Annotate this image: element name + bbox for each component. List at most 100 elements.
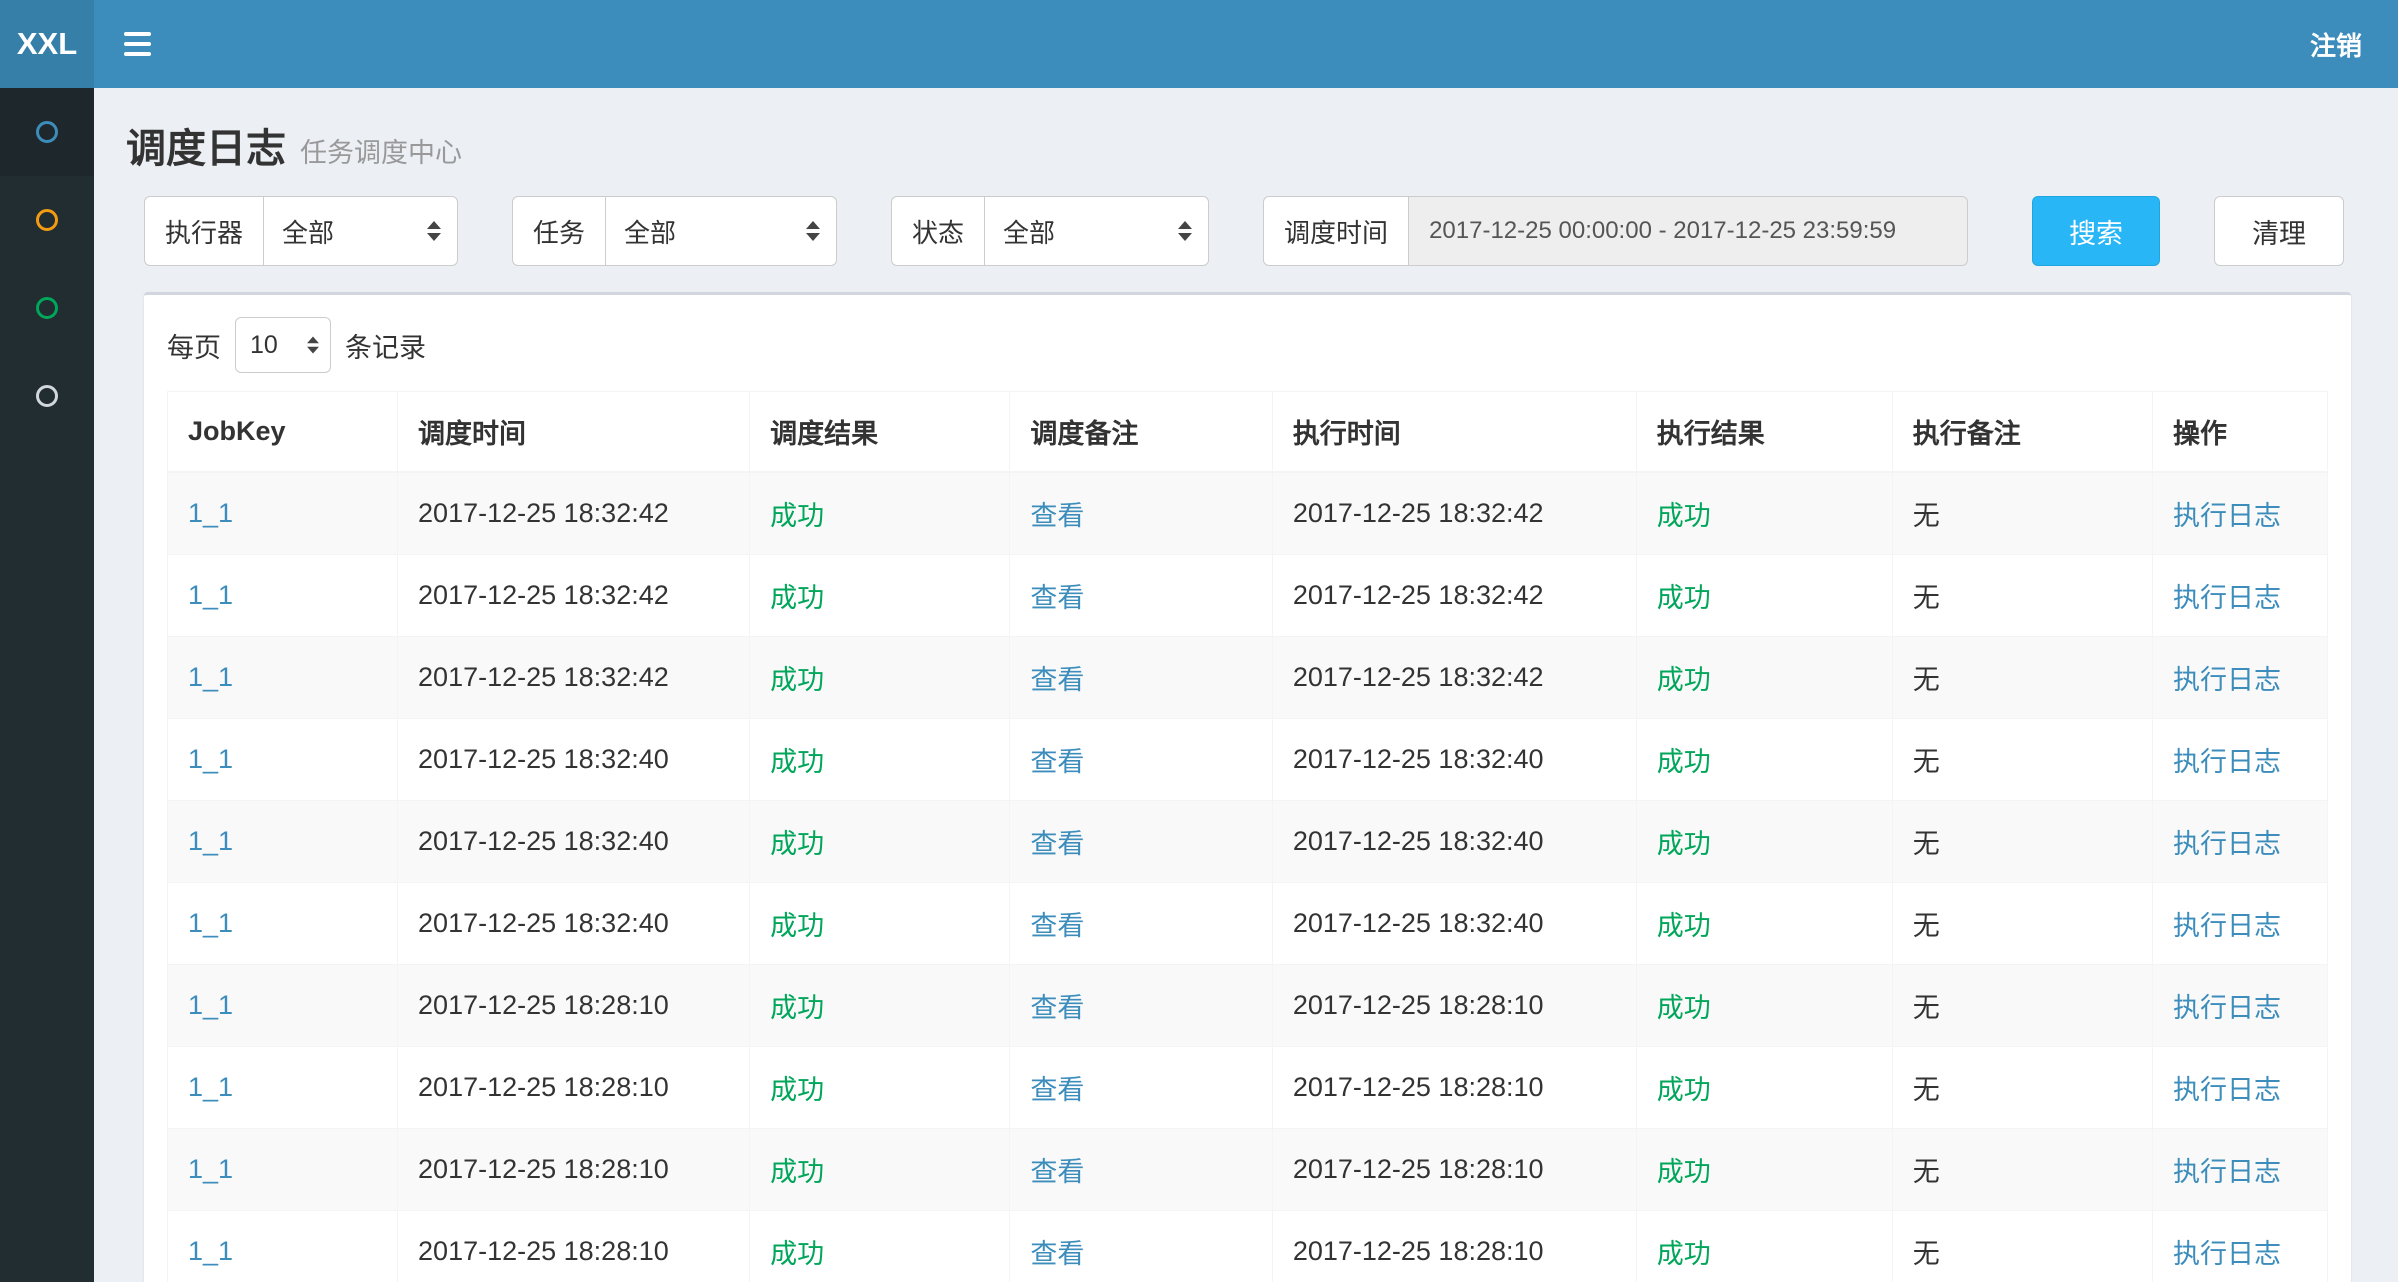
jobkey-link[interactable]: 1_1: [188, 744, 233, 774]
trigger-result-cell-td: 成功: [750, 1129, 1010, 1211]
col-header-handle-remark[interactable]: 执行备注: [1892, 392, 2152, 473]
col-header-trigger-time[interactable]: 调度时间: [398, 392, 750, 473]
trigger-remark-link[interactable]: 查看: [1030, 829, 1084, 859]
sidebar-toggle-button[interactable]: [94, 0, 180, 88]
sidebar-item-1[interactable]: [0, 88, 94, 176]
schedule-time-input[interactable]: 2017-12-25 00:00:00 - 2017-12-25 23:59:5…: [1408, 196, 1968, 266]
trigger-time-cell: 2017-12-25 18:28:10: [418, 1236, 669, 1266]
exec-log-link[interactable]: 执行日志: [2173, 747, 2281, 777]
status-select[interactable]: 全部: [984, 196, 1209, 266]
exec-log-link-td: 执行日志: [2152, 1047, 2327, 1129]
exec-log-link-td: 执行日志: [2152, 1129, 2327, 1211]
trigger-remark-link[interactable]: 查看: [1030, 665, 1084, 695]
log-table: JobKey 调度时间 调度结果 调度备注 执行时间 执行结果 执行备注 操作 …: [167, 391, 2328, 1282]
trigger-time-cell-td: 2017-12-25 18:32:42: [398, 472, 750, 555]
trigger-time-cell-td: 2017-12-25 18:32:40: [398, 719, 750, 801]
col-header-jobkey[interactable]: JobKey: [168, 392, 398, 473]
jobkey-link[interactable]: 1_1: [188, 908, 233, 938]
col-header-trigger-remark[interactable]: 调度备注: [1010, 392, 1272, 473]
handle-remark-cell: 无: [1913, 1239, 1940, 1269]
jobkey-link[interactable]: 1_1: [188, 990, 233, 1020]
table-row: 1_12017-12-25 18:32:40成功查看2017-12-25 18:…: [168, 801, 2328, 883]
job-select[interactable]: 全部: [605, 196, 837, 266]
trigger-remark-link-td: 查看: [1010, 719, 1272, 801]
executor-filter-group: 执行器 全部: [144, 196, 458, 266]
handle-time-cell: 2017-12-25 18:32:40: [1293, 744, 1544, 774]
trigger-remark-link-td: 查看: [1010, 883, 1272, 965]
trigger-time-cell: 2017-12-25 18:32:40: [418, 908, 669, 938]
page-size-prefix: 每页: [167, 326, 221, 365]
exec-log-link-td: 执行日志: [2152, 637, 2327, 719]
logout-link[interactable]: 注销: [2274, 26, 2398, 63]
trigger-remark-link[interactable]: 查看: [1030, 501, 1084, 531]
page-subtitle: 任务调度中心: [300, 131, 462, 170]
jobkey-link[interactable]: 1_1: [188, 826, 233, 856]
clear-button[interactable]: 清理: [2214, 196, 2344, 266]
jobkey-link-td: 1_1: [168, 883, 398, 965]
exec-log-link[interactable]: 执行日志: [2173, 583, 2281, 613]
trigger-remark-link[interactable]: 查看: [1030, 993, 1084, 1023]
exec-log-link[interactable]: 执行日志: [2173, 829, 2281, 859]
trigger-result-cell: 成功: [770, 993, 824, 1023]
trigger-result-cell-td: 成功: [750, 1047, 1010, 1129]
jobkey-link[interactable]: 1_1: [188, 498, 233, 528]
search-button[interactable]: 搜索: [2032, 196, 2160, 266]
sidebar-item-3[interactable]: [0, 264, 94, 352]
exec-log-link-td: 执行日志: [2152, 472, 2327, 555]
table-row: 1_12017-12-25 18:32:42成功查看2017-12-25 18:…: [168, 637, 2328, 719]
trigger-time-cell: 2017-12-25 18:32:42: [418, 662, 669, 692]
exec-log-link[interactable]: 执行日志: [2173, 1157, 2281, 1187]
col-header-action[interactable]: 操作: [2152, 392, 2327, 473]
jobkey-link[interactable]: 1_1: [188, 580, 233, 610]
top-navbar: XXL 注销: [0, 0, 2398, 88]
trigger-remark-link[interactable]: 查看: [1030, 1157, 1084, 1187]
handle-remark-cell-td: 无: [1892, 801, 2152, 883]
exec-log-link[interactable]: 执行日志: [2173, 1239, 2281, 1269]
schedule-time-filter-group: 调度时间 2017-12-25 00:00:00 - 2017-12-25 23…: [1263, 196, 1968, 266]
jobkey-link[interactable]: 1_1: [188, 1072, 233, 1102]
col-header-handle-time[interactable]: 执行时间: [1272, 392, 1636, 473]
handle-time-cell: 2017-12-25 18:32:40: [1293, 826, 1544, 856]
trigger-remark-link-td: 查看: [1010, 1129, 1272, 1211]
handle-remark-cell-td: 无: [1892, 1211, 2152, 1282]
handle-time-cell: 2017-12-25 18:32:40: [1293, 908, 1544, 938]
col-header-trigger-result[interactable]: 调度结果: [750, 392, 1010, 473]
exec-log-link-td: 执行日志: [2152, 555, 2327, 637]
trigger-time-cell: 2017-12-25 18:32:40: [418, 826, 669, 856]
page-size-suffix: 条记录: [345, 326, 426, 365]
handle-remark-cell: 无: [1913, 1157, 1940, 1187]
jobkey-link[interactable]: 1_1: [188, 1154, 233, 1184]
exec-log-link[interactable]: 执行日志: [2173, 993, 2281, 1023]
app-logo[interactable]: XXL: [0, 0, 94, 88]
handle-remark-cell-td: 无: [1892, 719, 2152, 801]
table-row: 1_12017-12-25 18:28:10成功查看2017-12-25 18:…: [168, 1211, 2328, 1282]
exec-log-link[interactable]: 执行日志: [2173, 1075, 2281, 1105]
exec-log-link-td: 执行日志: [2152, 1211, 2327, 1282]
handle-time-cell-td: 2017-12-25 18:28:10: [1272, 965, 1636, 1047]
trigger-remark-link[interactable]: 查看: [1030, 747, 1084, 777]
handle-remark-cell: 无: [1913, 665, 1940, 695]
executor-filter-label: 执行器: [144, 196, 263, 266]
page-size-select[interactable]: 10: [235, 317, 331, 373]
sidebar-item-4[interactable]: [0, 352, 94, 440]
trigger-remark-link[interactable]: 查看: [1030, 911, 1084, 941]
trigger-remark-link[interactable]: 查看: [1030, 1075, 1084, 1105]
exec-log-link[interactable]: 执行日志: [2173, 665, 2281, 695]
trigger-remark-link[interactable]: 查看: [1030, 1239, 1084, 1269]
handle-time-cell-td: 2017-12-25 18:28:10: [1272, 1129, 1636, 1211]
handle-result-cell: 成功: [1657, 993, 1711, 1023]
exec-log-link[interactable]: 执行日志: [2173, 501, 2281, 531]
status-filter-group: 状态 全部: [891, 196, 1209, 266]
executor-select[interactable]: 全部: [263, 196, 458, 266]
col-header-handle-result[interactable]: 执行结果: [1636, 392, 1892, 473]
jobkey-link[interactable]: 1_1: [188, 662, 233, 692]
trigger-time-cell: 2017-12-25 18:28:10: [418, 990, 669, 1020]
jobkey-link[interactable]: 1_1: [188, 1236, 233, 1266]
exec-log-link[interactable]: 执行日志: [2173, 911, 2281, 941]
trigger-remark-link-td: 查看: [1010, 472, 1272, 555]
table-row: 1_12017-12-25 18:32:42成功查看2017-12-25 18:…: [168, 555, 2328, 637]
circle-icon: [36, 209, 58, 231]
trigger-remark-link[interactable]: 查看: [1030, 583, 1084, 613]
trigger-result-cell-td: 成功: [750, 472, 1010, 555]
sidebar-item-2[interactable]: [0, 176, 94, 264]
